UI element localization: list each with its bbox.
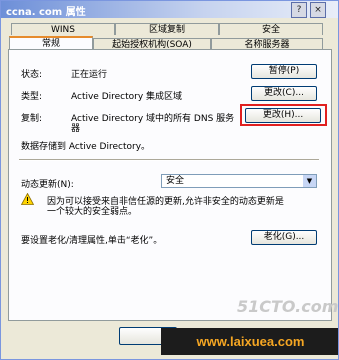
properties-dialog: ccna. com 属性 ? × WINS 区域复制 安全 常规 起始授权机构(… — [0, 0, 339, 360]
status-label: 状态: — [21, 70, 43, 80]
close-button[interactable]: × — [310, 2, 326, 18]
title-bar: ccna. com 属性 ? × — [1, 1, 338, 18]
replication-label: 复制: — [21, 114, 43, 124]
tab-general[interactable]: 常规 — [9, 36, 93, 50]
watermark-logo: 51CTO.com — [237, 297, 339, 316]
warning-text-cont: 一个较大的安全弱点。 — [47, 207, 138, 217]
tab-zone-transfer[interactable]: 区域复制 — [115, 23, 219, 35]
status-value: 正在运行 — [71, 70, 108, 80]
highlight-box — [240, 104, 327, 126]
type-label: 类型: — [21, 92, 43, 102]
replication-value: Active Directory 域中的所有 DNS 服务 — [71, 114, 235, 124]
storage-text: 数据存储到 Active Directory。 — [21, 142, 151, 152]
aging-text: 要设置老化/清理属性,单击“老化”。 — [21, 236, 163, 246]
change-type-button[interactable]: 更改(C)... — [251, 86, 317, 101]
separator — [19, 159, 319, 161]
replication-value-cont: 器 — [71, 124, 81, 134]
window-title: ccna. com 属性 — [6, 7, 86, 18]
dynamic-update-select[interactable]: 安全 ▼ — [161, 174, 317, 188]
aging-button[interactable]: 老化(G)... — [251, 230, 317, 245]
chevron-down-icon[interactable]: ▼ — [303, 175, 316, 187]
pause-button[interactable]: 暂停(P) — [251, 64, 317, 79]
tab-wins[interactable]: WINS — [11, 23, 115, 35]
tab-security[interactable]: 安全 — [219, 23, 323, 35]
watermark-site: www.laixuea.com — [161, 328, 338, 355]
dynamic-update-value: 安全 — [166, 176, 185, 186]
help-button[interactable]: ? — [291, 2, 307, 18]
type-value: Active Directory 集成区域 — [71, 92, 183, 102]
warning-icon — [21, 193, 34, 205]
dynamic-update-label: 动态更新(N): — [21, 180, 74, 190]
